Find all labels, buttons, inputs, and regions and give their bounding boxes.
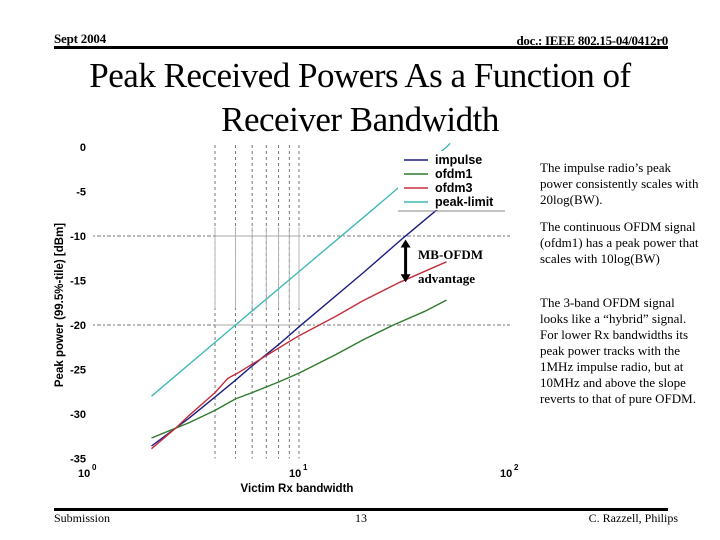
- y-tick-label: -25: [70, 365, 86, 377]
- legend-label-peak-limit: peak-limit: [435, 195, 494, 209]
- side-note-impulse: The impulse radio’s peak power consisten…: [540, 160, 700, 216]
- annotation-advantage: advantage: [418, 271, 475, 286]
- side-note-ofdm1: The continuous OFDM signal (ofdm1) has a…: [540, 219, 700, 275]
- annotations: MB-OFDM advantage: [400, 239, 483, 286]
- y-tick-label: -20: [70, 320, 86, 332]
- side-note-ofdm3: The 3-band OFDM signal looks like a “hyb…: [540, 295, 700, 415]
- x-tick-label: 10: [78, 468, 90, 480]
- y-tick-label: -30: [70, 409, 86, 421]
- y-tick-label: -10: [70, 231, 86, 243]
- y-tick-label: -5: [76, 187, 86, 199]
- x-tick-label: 10: [289, 468, 301, 480]
- annotation-mb-ofdm: MB-OFDM: [418, 247, 483, 262]
- y-tick-label: -35: [70, 454, 86, 466]
- x-tick-exponent: 1: [303, 463, 308, 472]
- x-tick-exponent: 0: [92, 463, 97, 472]
- x-axis-label: Victim Rx bandwidth: [241, 483, 354, 495]
- y-axis-label: Peak power (99.5%-tile) [dBm]: [54, 223, 66, 387]
- legend: impulseofdm1ofdm3peak-limit: [398, 151, 508, 212]
- side-note-1: The impulse radio’s peak power consisten…: [540, 160, 699, 207]
- side-note-3: The 3-band OFDM signal looks like a “hyb…: [540, 295, 696, 406]
- legend-label-impulse: impulse: [435, 153, 482, 167]
- x-axis-ticks: 100101102: [78, 463, 519, 480]
- footer-submission: Submission: [54, 511, 111, 525]
- footer-page-number: 13: [355, 511, 367, 525]
- side-note-2: The continuous OFDM signal (ofdm1) has a…: [540, 219, 699, 266]
- y-axis-ticks: 0 -5 -10 -15 -20 -25 -30 -35: [70, 142, 86, 466]
- legend-label-ofdm1: ofdm1: [435, 167, 473, 181]
- legend-label-ofdm3: ofdm3: [435, 181, 473, 195]
- y-tick-label: -15: [70, 276, 86, 288]
- arrow-head-up-icon: [400, 239, 411, 248]
- x-tick-exponent: 2: [514, 463, 519, 472]
- x-tick-label: 10: [500, 468, 512, 480]
- footer-author: C. Razzell, Philips: [588, 511, 678, 525]
- y-tick-label: 0: [80, 142, 86, 154]
